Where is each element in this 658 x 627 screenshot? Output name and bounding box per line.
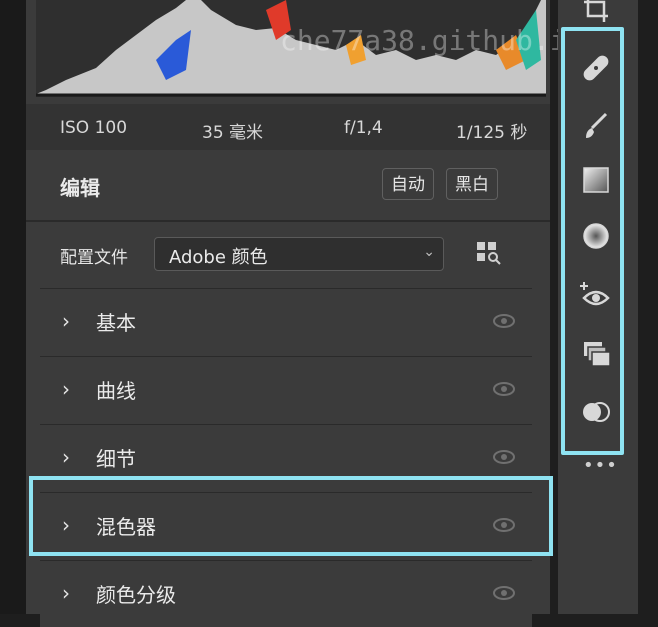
- section-label: 曲线: [96, 379, 136, 403]
- section-label: 颜色分级: [96, 583, 176, 607]
- profile-label: 配置文件: [60, 248, 128, 268]
- profile-browser-icon[interactable]: [476, 240, 502, 266]
- shutter-value: 1/125 秒: [456, 123, 528, 143]
- section-color-grading[interactable]: › 颜色分级: [40, 560, 532, 627]
- section-label: 基本: [96, 311, 136, 335]
- auto-button[interactable]: 自动: [382, 168, 434, 200]
- left-edge: [0, 0, 26, 614]
- section-label: 细节: [96, 447, 136, 471]
- section-basic[interactable]: › 基本: [40, 288, 532, 355]
- watermark-text: che77a38.github.io: [280, 24, 584, 57]
- chevron-down-icon: ⌄: [423, 244, 435, 260]
- profile-dropdown[interactable]: Adobe 颜色 ⌄: [154, 237, 444, 271]
- more-icon[interactable]: •••: [583, 455, 618, 476]
- eye-icon[interactable]: [492, 379, 516, 399]
- black-white-button[interactable]: 黑白: [446, 168, 498, 200]
- focal-length-value: 35 毫米: [202, 123, 264, 143]
- exif-bar: ISO 100 35 毫米 f/1,4 1/125 秒: [26, 104, 550, 150]
- chevron-right-icon: ›: [62, 377, 70, 401]
- eye-icon[interactable]: [492, 311, 516, 331]
- highlight-box-tools: [561, 27, 624, 455]
- chevron-right-icon: ›: [62, 581, 70, 605]
- chevron-right-icon: ›: [62, 445, 70, 469]
- edit-title: 编辑: [60, 176, 100, 200]
- crop-icon[interactable]: [578, 0, 614, 28]
- eye-icon[interactable]: [492, 447, 516, 467]
- section-curves[interactable]: › 曲线: [40, 356, 532, 423]
- profile-value: Adobe 颜色: [169, 247, 268, 268]
- iso-value: ISO 100: [60, 118, 128, 138]
- aperture-value: f/1,4: [344, 118, 383, 138]
- highlight-box-color-mixer: [29, 476, 553, 556]
- right-edge: [638, 0, 658, 614]
- divider: [26, 220, 550, 222]
- eye-icon[interactable]: [492, 583, 516, 603]
- chevron-right-icon: ›: [62, 309, 70, 333]
